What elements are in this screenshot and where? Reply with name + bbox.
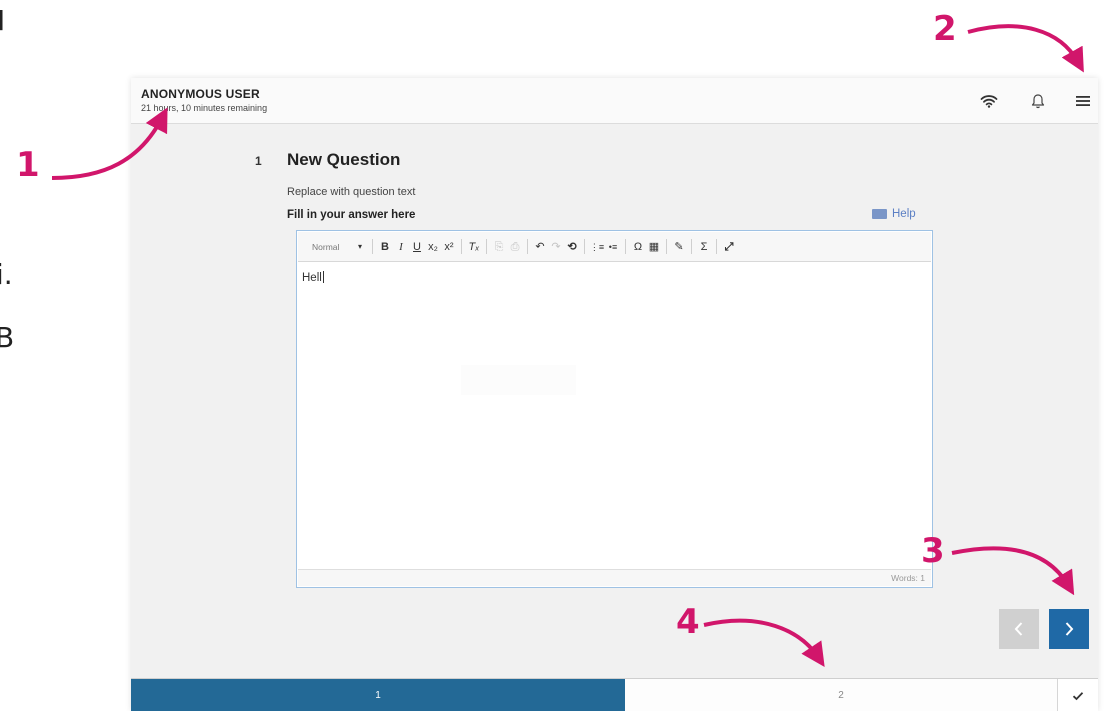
toolbar-divider [716,239,717,254]
special-character-button[interactable]: Ω [630,240,646,254]
copy-button[interactable]: ⎘ [491,240,507,254]
annotation-number-1: 1 [16,145,40,185]
bell-icon[interactable] [1027,91,1049,111]
slide-text-fragment: I [0,4,6,37]
toolbar-divider [486,239,487,254]
annotation-arrow-2 [967,24,1084,73]
toolbar-divider [461,239,462,254]
redo-button[interactable]: ↷ [548,240,564,254]
numbered-list-button[interactable]: ⋮≡ [589,240,605,254]
table-button[interactable]: ▦ [646,240,662,254]
toolbar-divider [527,239,528,254]
text-caret [322,271,324,283]
superscript-button[interactable]: x² [441,240,457,254]
editor-toolbar: Normal ▾ B I U x₂ x² Tₓ ⎘ ⎙ ↶ ↷ ⟲ ⋮≡ •≡ [298,232,931,262]
word-count: Words: 1 [891,573,925,583]
blank-overlay [461,365,576,395]
toolbar-divider [625,239,626,254]
draw-button[interactable]: ✎ [671,240,687,254]
answer-text: Hell [302,272,322,284]
question-pager: 1 2 [131,678,1098,711]
bold-button[interactable]: B [377,240,393,254]
annotation-number-3: 3 [921,531,945,571]
math-button[interactable]: Σ [696,240,712,254]
help-link[interactable]: Help [872,208,916,220]
underline-button[interactable]: U [409,240,425,254]
chevron-right-icon [1065,622,1074,636]
user-name: ANONYMOUS USER [141,87,260,101]
keyboard-icon [872,209,887,219]
toolbar-divider [372,239,373,254]
question-text: Replace with question text [287,186,416,198]
toolbar-divider [666,239,667,254]
italic-button[interactable]: I [393,240,409,254]
checkmark-icon [1072,691,1084,700]
next-button[interactable] [1049,609,1089,649]
fullscreen-button[interactable]: ⤢ [721,240,737,254]
page-tab-2[interactable]: 2 [625,679,1058,711]
question-title: New Question [287,150,401,169]
annotation-number-4: 4 [676,602,700,642]
format-dropdown[interactable]: Normal [312,242,352,252]
editor-status-bar: Words: 1 [298,569,931,586]
page-tab-1[interactable]: 1 [131,679,625,711]
undo-button[interactable]: ↶ [532,240,548,254]
remove-format-button[interactable]: Tₓ [466,240,482,254]
revert-button[interactable]: ⟲ [564,240,580,254]
bulleted-list-button[interactable]: •≡ [605,240,621,254]
screenshot-stage: I i. B ANONYMOUS USER 21 hours, 10 minut… [0,0,1105,711]
chevron-down-icon[interactable]: ▾ [352,240,368,254]
chevron-left-icon [1014,622,1023,636]
subscript-button[interactable]: x₂ [425,240,441,254]
slide-text-fragment: i. [0,258,13,291]
answer-prompt: Fill in your answer here [287,209,416,221]
toolbar-divider [584,239,585,254]
previous-button[interactable] [999,609,1039,649]
menu-icon[interactable] [1072,91,1094,111]
exam-window: ANONYMOUS USER 21 hours, 10 minutes rema… [131,78,1098,711]
answer-editor[interactable]: Normal ▾ B I U x₂ x² Tₓ ⎘ ⎙ ↶ ↷ ⟲ ⋮≡ •≡ [296,230,933,588]
wifi-icon[interactable] [978,91,1000,111]
finish-button[interactable] [1058,679,1098,711]
top-bar: ANONYMOUS USER 21 hours, 10 minutes rema… [131,78,1098,124]
annotation-number-2: 2 [933,9,957,49]
editor-content[interactable]: Hell [302,271,324,284]
toolbar-divider [691,239,692,254]
time-remaining: 21 hours, 10 minutes remaining [141,103,268,113]
slide-text-fragment: B [0,321,15,354]
help-label: Help [892,208,916,220]
question-number: 1 [255,154,262,168]
paste-button[interactable]: ⎙ [507,240,523,254]
